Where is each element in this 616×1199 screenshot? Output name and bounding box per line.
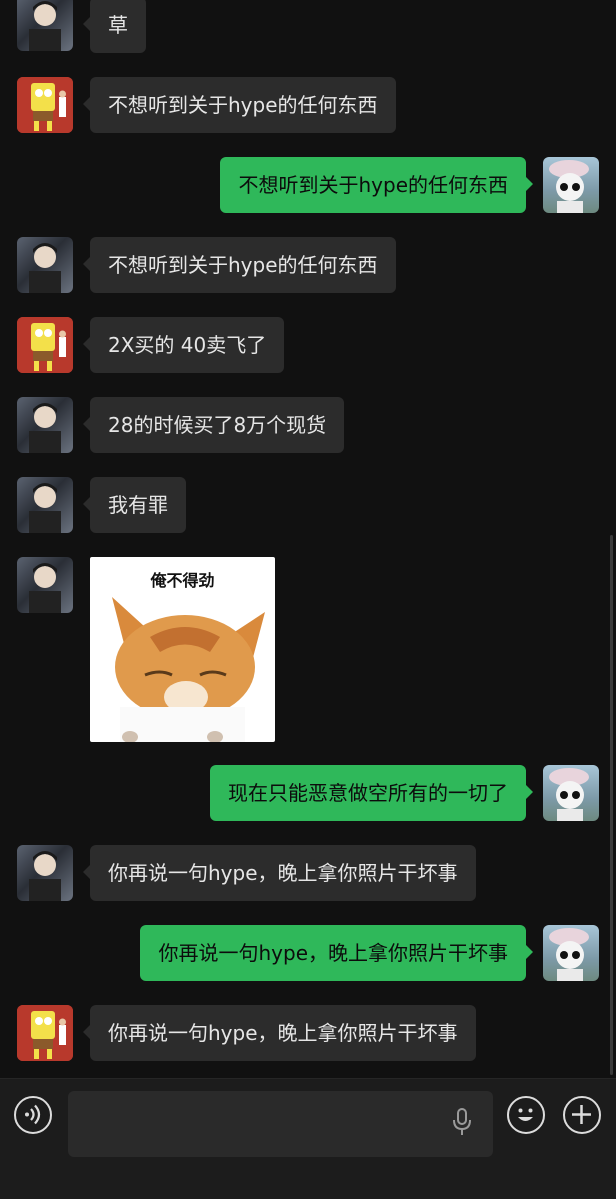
- avatar[interactable]: [17, 1005, 73, 1061]
- cat-picture: [112, 597, 265, 742]
- message-bubble[interactable]: 28的时候买了8万个现货: [82, 397, 345, 453]
- avatar[interactable]: [17, 397, 73, 453]
- message-input[interactable]: [68, 1091, 493, 1157]
- avatar[interactable]: [17, 317, 73, 373]
- scrollbar[interactable]: [610, 535, 613, 1075]
- sticker-image[interactable]: 俺不得劲: [90, 557, 275, 742]
- message-bubble[interactable]: 不想听到关于hype的任何东西: [83, 77, 396, 133]
- avatar[interactable]: [17, 77, 73, 133]
- input-bar: [0, 1078, 616, 1199]
- avatar[interactable]: [17, 557, 73, 613]
- avatar[interactable]: [17, 845, 73, 901]
- message-bubble[interactable]: 草: [83, 0, 146, 53]
- message-bubble[interactable]: 不想听到关于hype的任何东西: [83, 237, 396, 293]
- message-bubble[interactable]: 你再说一句hype，晚上拿你照片干坏事: [140, 925, 533, 981]
- message-bubble[interactable]: 不想听到关于hype的任何东西: [220, 157, 533, 213]
- avatar[interactable]: [543, 765, 599, 821]
- microphone-icon[interactable]: [451, 1107, 473, 1137]
- avatar[interactable]: [17, 477, 73, 533]
- message-bubble[interactable]: 我有罪: [83, 477, 186, 533]
- avatar[interactable]: [17, 237, 73, 293]
- message-bubble[interactable]: 你再说一句hype，晚上拿你照片干坏事: [83, 1005, 476, 1061]
- avatar[interactable]: [17, 0, 73, 51]
- chat-screen: 草 不想听到关于hype的任何东西 不想听到关于hype的任何东西 不想听到关于…: [0, 0, 616, 1199]
- message-bubble[interactable]: 2X买的 40卖飞了: [82, 317, 285, 373]
- message-list[interactable]: 草 不想听到关于hype的任何东西 不想听到关于hype的任何东西 不想听到关于…: [0, 0, 616, 1078]
- avatar[interactable]: [543, 925, 599, 981]
- message-bubble[interactable]: 现在只能恶意做空所有的一切了: [210, 765, 533, 821]
- voice-icon[interactable]: [14, 1096, 52, 1134]
- plus-icon[interactable]: [563, 1096, 601, 1134]
- message-bubble[interactable]: 你再说一句hype，晚上拿你照片干坏事: [83, 845, 476, 901]
- avatar[interactable]: [543, 157, 599, 213]
- emoji-icon[interactable]: [507, 1096, 545, 1134]
